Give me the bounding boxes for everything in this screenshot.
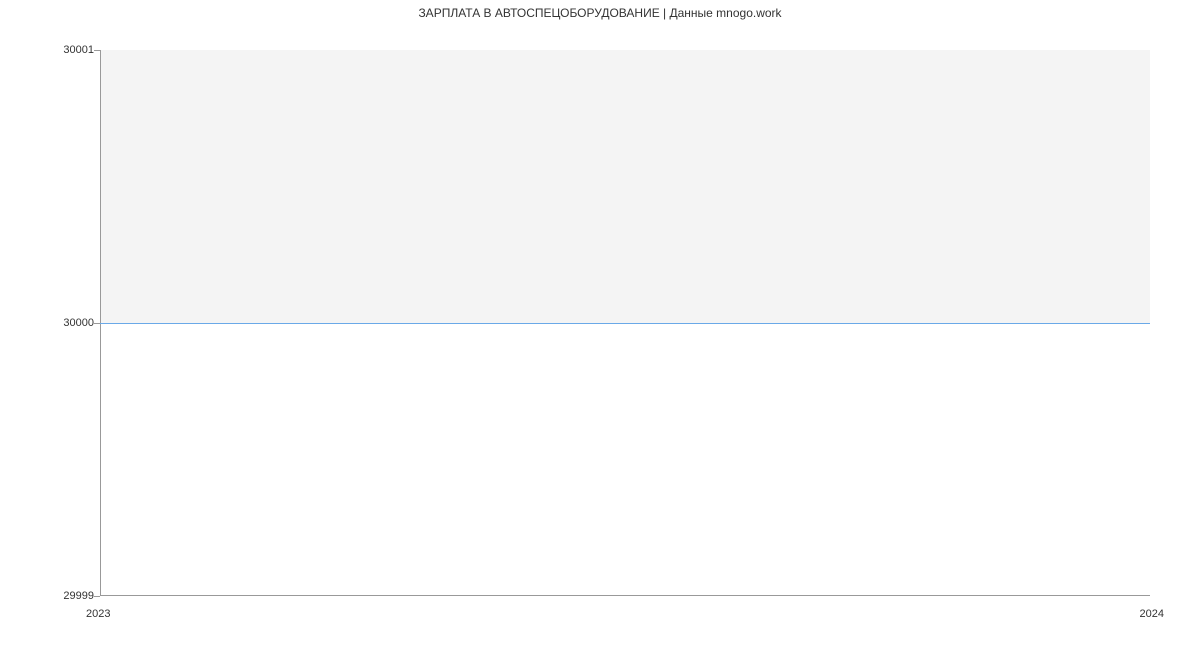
- chart-title: ЗАРПЛАТА В АВТОСПЕЦОБОРУДОВАНИЕ | Данные…: [0, 6, 1200, 20]
- data-series-line: [100, 323, 1150, 324]
- x-axis-tick-label: 2024: [1140, 608, 1164, 620]
- x-axis-tick-label: 2023: [86, 608, 110, 620]
- plot-area: [100, 50, 1150, 596]
- y-tick: [94, 596, 100, 597]
- y-axis-tick-label: 30001: [63, 44, 94, 56]
- salary-chart: ЗАРПЛАТА В АВТОСПЕЦОБОРУДОВАНИЕ | Данные…: [0, 0, 1200, 650]
- plot-background-upper: [100, 50, 1150, 323]
- y-axis-tick-label: 29999: [63, 590, 94, 602]
- plot-background-lower: [100, 323, 1150, 596]
- y-axis-tick-label: 30000: [63, 317, 94, 329]
